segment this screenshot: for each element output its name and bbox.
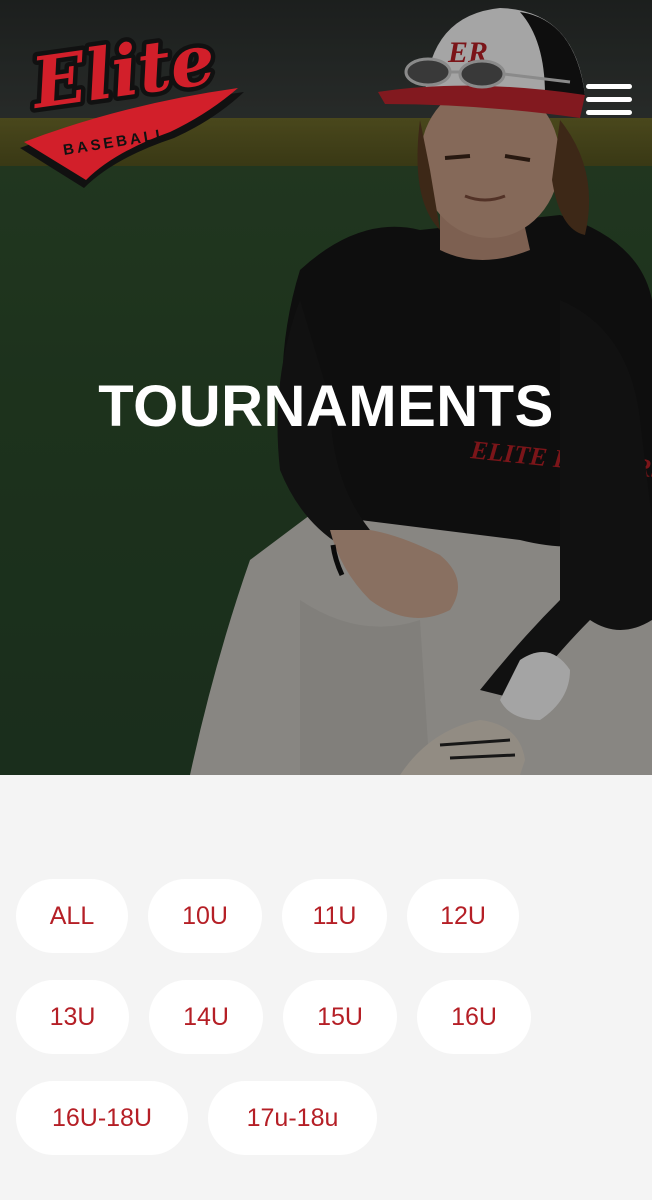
hamburger-menu-icon[interactable] (582, 82, 636, 120)
filter-16u-18u[interactable]: 16U-18U (16, 1081, 188, 1155)
hero-banner: ELITE RAIDERS ER BASEBALL Eli (0, 0, 652, 775)
filter-11u[interactable]: 11U (282, 879, 387, 953)
page-title: TOURNAMENTS (98, 374, 554, 439)
elite-baseball-logo[interactable]: BASEBALL Elite Elite (14, 30, 254, 190)
filter-17u-18u[interactable]: 17u-18u (208, 1081, 377, 1155)
filter-13u[interactable]: 13U (16, 980, 129, 1054)
filter-12u[interactable]: 12U (407, 879, 519, 953)
filter-15u[interactable]: 15U (283, 980, 397, 1054)
filter-16u[interactable]: 16U (417, 980, 531, 1054)
filter-all[interactable]: ALL (16, 879, 128, 953)
filter-14u[interactable]: 14U (149, 980, 263, 1054)
menu-bar (586, 110, 632, 115)
filter-10u[interactable]: 10U (148, 879, 262, 953)
age-group-filters: ALL 10U 11U 12U 13U 14U 15U 16U 16U-18U … (0, 775, 652, 1200)
menu-bar (586, 97, 632, 102)
menu-bar (586, 84, 632, 89)
